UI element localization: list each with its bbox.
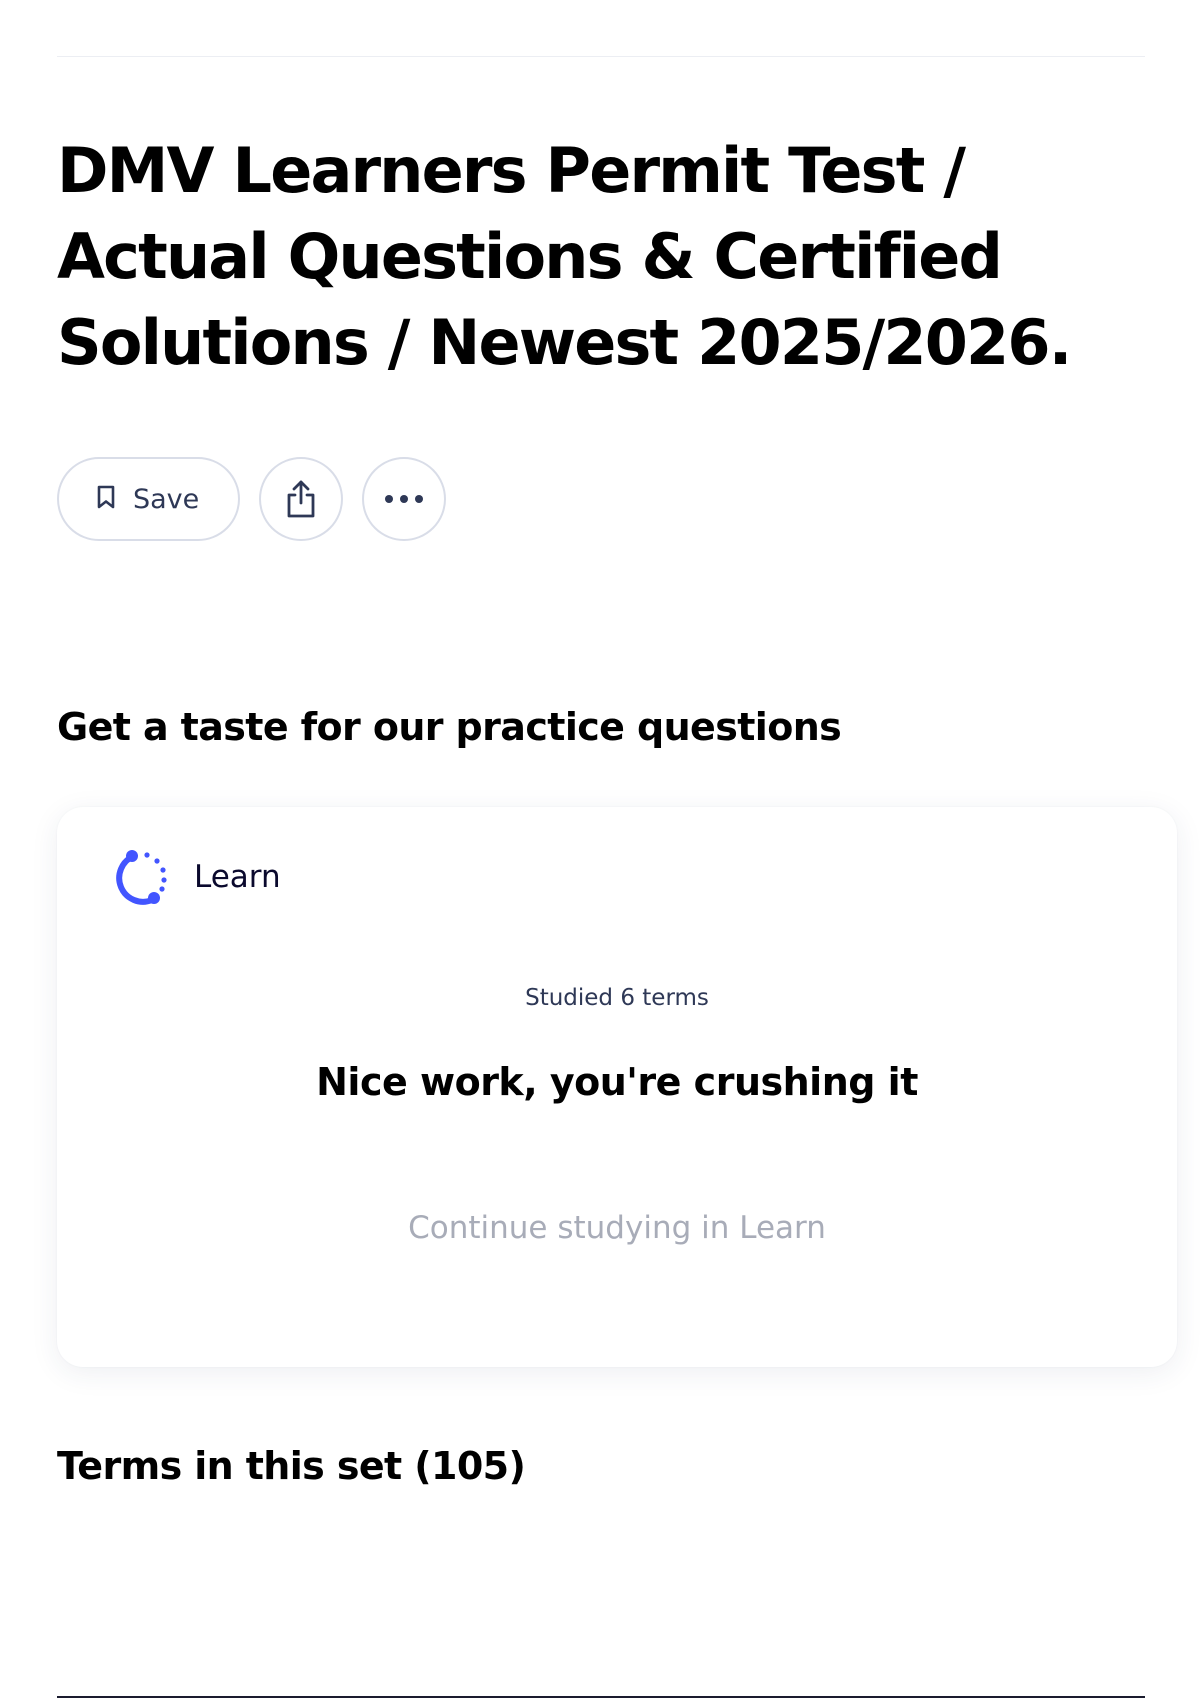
learn-mode-header[interactable]: Learn bbox=[112, 847, 281, 907]
card-headline: Nice work, you're crushing it bbox=[316, 1060, 918, 1104]
studied-count: Studied 6 terms bbox=[525, 985, 709, 1011]
top-divider bbox=[57, 56, 1145, 57]
learn-card: Learn Studied 6 terms Nice work, you're … bbox=[57, 807, 1177, 1367]
bottom-divider bbox=[57, 1696, 1145, 1698]
page: DMV Learners Permit Test / Actual Questi… bbox=[0, 0, 1200, 1700]
share-button[interactable] bbox=[259, 457, 343, 541]
practice-heading: Get a taste for our practice questions bbox=[57, 705, 842, 749]
set-actions: Save bbox=[57, 457, 446, 541]
set-title: DMV Learners Permit Test / Actual Questi… bbox=[57, 134, 1072, 379]
continue-learn-link[interactable]: Continue studying in Learn bbox=[57, 1210, 1177, 1246]
save-label: Save bbox=[133, 483, 200, 515]
more-options-button[interactable] bbox=[362, 457, 446, 541]
learn-label: Learn bbox=[194, 859, 281, 895]
save-button[interactable]: Save bbox=[57, 457, 240, 541]
learn-icon bbox=[112, 847, 172, 907]
terms-heading: Terms in this set (105) bbox=[57, 1444, 526, 1488]
bookmark-icon bbox=[97, 485, 115, 513]
more-options-icon bbox=[384, 494, 424, 504]
share-icon bbox=[284, 479, 318, 519]
